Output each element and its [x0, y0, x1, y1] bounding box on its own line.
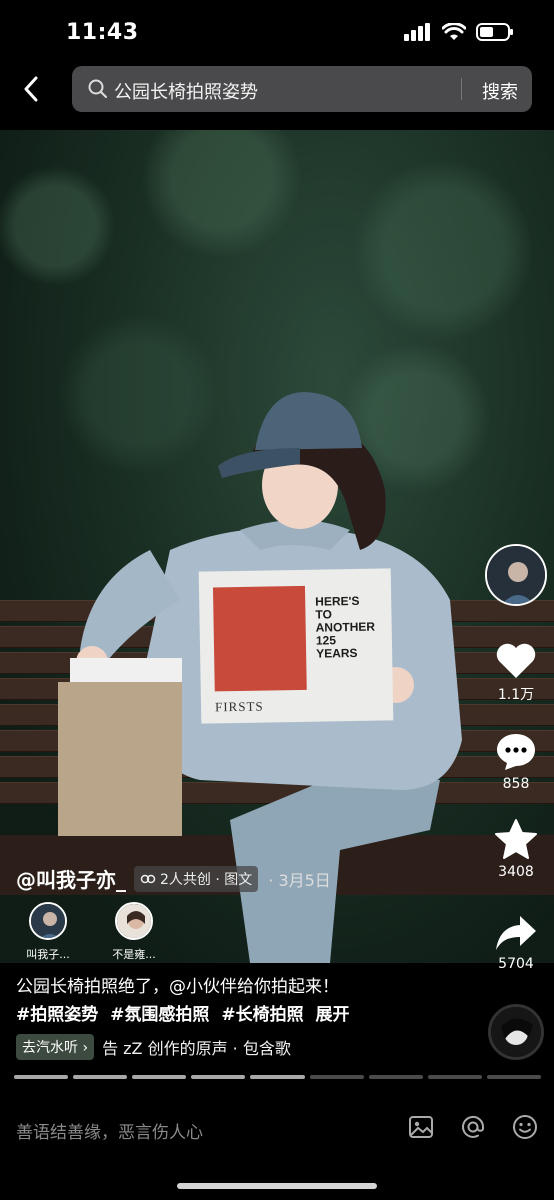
home-indicator — [177, 1183, 377, 1189]
signal-icon — [404, 23, 430, 41]
comment-button[interactable]: 858 — [484, 732, 548, 792]
creator-avatar — [115, 902, 153, 940]
progress-segment — [368, 1075, 423, 1079]
newspaper: HERE'S TO ANOTHER 125 YEARS FIRSTS — [198, 568, 394, 724]
progress-segment — [14, 1075, 69, 1079]
heart-icon — [496, 643, 536, 678]
creator-item[interactable]: 不是雍... — [102, 902, 166, 962]
like-button[interactable]: 1.1万 — [484, 642, 548, 704]
creator-item[interactable]: 叫我子... — [16, 902, 80, 962]
search-input[interactable]: 公园长椅拍照姿势 搜索 — [72, 66, 532, 112]
post-date: · 3月5日 — [268, 870, 331, 890]
hashtag[interactable]: #长椅拍照 — [221, 1005, 303, 1025]
status-icons — [404, 22, 514, 42]
search-button[interactable]: 搜索 — [482, 78, 518, 104]
progress-segment — [73, 1075, 128, 1079]
music-disc[interactable] — [488, 1004, 544, 1060]
hashtag[interactable]: #氛围感拍照 — [110, 1005, 209, 1025]
hashtag[interactable]: #拍照姿势 — [16, 1005, 98, 1025]
at-icon[interactable] — [460, 1114, 486, 1140]
cocreate-label: 2人共创 · 图文 — [160, 871, 253, 888]
progress-segment — [486, 1075, 541, 1079]
comment-actions — [408, 1114, 538, 1140]
wifi-icon — [442, 23, 466, 40]
link-icon — [140, 874, 156, 883]
comment-icon — [497, 734, 535, 770]
back-button[interactable] — [16, 74, 46, 104]
newspaper-masthead: FIRSTS — [214, 698, 264, 715]
music-cover — [491, 1007, 541, 1057]
image-progress — [14, 1075, 541, 1079]
share-button[interactable]: 5704 — [484, 914, 548, 972]
author-avatar[interactable] — [485, 544, 547, 606]
share-icon — [496, 916, 536, 950]
post-photo[interactable]: HERE'S TO ANOTHER 125 YEARS FIRSTS — [0, 130, 554, 963]
image-icon[interactable] — [408, 1114, 434, 1140]
comment-count: 858 — [502, 776, 530, 792]
author-name[interactable]: @叫我子亦_ — [16, 864, 126, 893]
favorite-button[interactable]: 3408 — [484, 818, 548, 880]
newspaper-photo — [212, 585, 307, 692]
search-icon — [88, 79, 107, 98]
creator-list: 叫我子... 不是雍... — [16, 902, 166, 962]
status-time: 11:43 — [66, 20, 139, 45]
search-header: 公园长椅拍照姿势 搜索 — [0, 64, 554, 130]
creator-avatar — [29, 902, 67, 940]
progress-segment — [132, 1075, 187, 1079]
music-title[interactable]: 告 zZ 创作的原声 · 包含歌 — [102, 1035, 316, 1059]
search-query: 公园长椅拍照姿势 — [114, 82, 258, 103]
person-illustration — [76, 392, 462, 963]
newspaper-headline: HERE'S TO ANOTHER 125 YEARS — [315, 593, 376, 661]
post-description: 公园长椅拍照绝了，@小伙伴给你拍起来！ — [16, 977, 339, 997]
progress-segment — [427, 1075, 482, 1079]
star-icon — [495, 819, 537, 859]
share-count: 5704 — [498, 956, 534, 972]
like-count: 1.1万 — [497, 687, 535, 703]
progress-segment — [250, 1075, 305, 1079]
chevron-left-icon — [24, 76, 38, 102]
cocreate-chip[interactable]: 2人共创 · 图文 — [134, 865, 259, 892]
creator-name: 不是雍... — [112, 948, 156, 961]
expand-button[interactable]: 展开 — [316, 1005, 350, 1025]
music-row: 去汽水听 › 告 zZ 创作的原声 · 包含歌 — [16, 1034, 316, 1060]
music-chip[interactable]: 去汽水听 › — [16, 1034, 95, 1060]
search-divider — [461, 78, 462, 100]
creator-name: 叫我子... — [26, 948, 70, 961]
hashtag-row: #拍照姿势 #氛围感拍照 #长椅拍照 展开 — [16, 1000, 356, 1025]
comment-input[interactable]: 善语结善缘，恶言伤人心 — [16, 1118, 203, 1143]
progress-segment — [191, 1075, 246, 1079]
paper-bag — [58, 682, 182, 836]
battery-icon — [476, 23, 513, 41]
favorite-count: 3408 — [498, 864, 534, 880]
author-row: @叫我子亦_ 2人共创 · 图文 · 3月5日 — [16, 864, 331, 893]
status-bar: 11:43 — [0, 0, 554, 64]
progress-segment — [309, 1075, 364, 1079]
emoji-icon[interactable] — [512, 1114, 538, 1140]
